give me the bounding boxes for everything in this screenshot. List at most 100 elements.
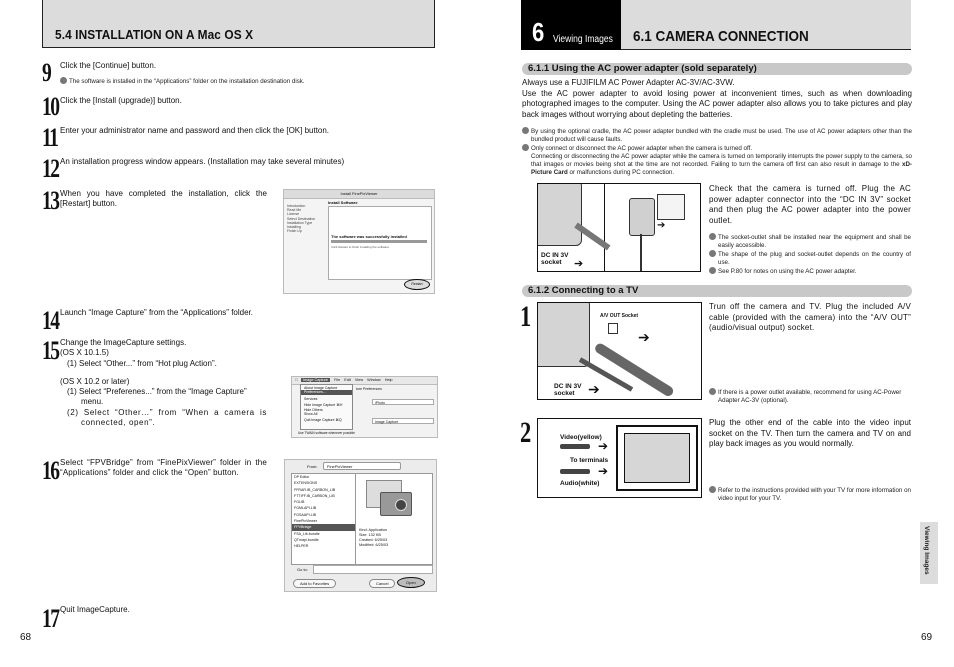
menu-item-hide[interactable]: Hide Image Capture ⌘H <box>304 403 349 407</box>
apple-icon:  <box>295 378 298 382</box>
note-plug-shape: The shape of the plug and socket-outlet … <box>709 250 911 267</box>
step-15-sub-preferences: (1) Select “Preferenes...” from the “Ima… <box>67 387 247 406</box>
file-item[interactable]: HELPER <box>292 543 356 549</box>
side-tab-label: Viewing Images <box>923 526 930 575</box>
arrow-icon: ➔ <box>588 381 600 397</box>
step-15-text: Change the ImageCapture settings. <box>60 338 187 347</box>
right-section-header: 6.1 CAMERA CONNECTION <box>621 0 911 50</box>
adapter-cable <box>640 234 642 271</box>
av-cable-drawing <box>593 341 675 398</box>
menu-window[interactable]: Window <box>367 378 381 382</box>
add-to-favorites-button[interactable]: Add to Favorites <box>293 579 337 588</box>
right-section-title: 6.1 CAMERA CONNECTION <box>633 28 809 45</box>
arrow-icon: ➔ <box>598 464 609 478</box>
step-number-14: 14 <box>42 306 60 335</box>
camera-app-select[interactable]: iPhoto <box>372 399 434 405</box>
wall-outlet-drawing <box>657 194 685 220</box>
menu-help[interactable]: Help <box>385 378 393 382</box>
step-15-sub-other: (2) Select “Other…” from “When a camera … <box>67 408 267 427</box>
chapter-tab: 6 Viewing Images <box>521 0 621 50</box>
step-number-16: 16 <box>42 456 60 485</box>
menu-image-capture[interactable]: Image Capture <box>300 378 331 382</box>
menu-view[interactable]: View <box>355 378 363 382</box>
camera-body-drawing <box>538 184 582 246</box>
menu-item-services[interactable]: Services <box>304 397 349 401</box>
image-capture-menu-screenshot:  Image Capture File Edit View Window He… <box>291 376 438 438</box>
twain-checkbox[interactable]: Use TWAIN software whenever possible <box>298 431 355 435</box>
audio-plug-drawing <box>560 469 590 474</box>
note-icon <box>709 250 716 257</box>
install-step: Finish Up <box>287 229 302 234</box>
restart-button[interactable]: Restart <box>404 279 430 290</box>
note-icon <box>709 267 716 274</box>
step-number-9: 9 <box>42 58 52 87</box>
menu-item-label: Quit Image Capture <box>304 418 335 423</box>
side-chapter-tab: Viewing Images <box>920 522 938 584</box>
ac-adapter-para1: Always use a FUJIFILM AC Power Adapter A… <box>522 78 735 87</box>
install-success-text: The software was successfully installed <box>331 234 407 239</box>
camera-lens <box>395 499 407 511</box>
step-13-text: When you have completed the installation… <box>60 189 267 208</box>
note-text: The shape of the plug and socket-outlet … <box>718 251 911 266</box>
file-list: DP Editor EXTENSIONS FFRAR.IB_CARBON_LIB… <box>291 473 357 565</box>
install-window-titlebar: Install FinePixViewer <box>284 190 434 199</box>
ac-adapter-intro: Always use a FUJIFILM AC Power Adapter A… <box>522 78 912 120</box>
note-icon <box>522 144 529 151</box>
av-plug-symbol-icon <box>608 323 618 334</box>
note-icon <box>709 486 716 493</box>
left-section-header: 5.4 INSTALLATION ON A Mac OS X <box>42 0 435 48</box>
chapter-number: 6 <box>532 17 545 47</box>
arrow-icon: ➔ <box>657 220 666 231</box>
cancel-button[interactable]: Cancel <box>369 579 396 588</box>
menu-item-show-all[interactable]: Show All <box>304 412 349 416</box>
menu-edit[interactable]: Edit <box>344 378 351 382</box>
arrow-icon: ➔ <box>638 329 650 345</box>
open-dialog-screenshot: From: FinePixViewer DP Editor EXTENSIONS… <box>284 459 437 592</box>
tv-step-number-1: 1 <box>520 300 531 333</box>
video-yellow-label: Video(yellow) <box>560 434 602 441</box>
step-15-sub-hotplug: (1) Select “Other...” from “Hot plug Act… <box>67 359 217 368</box>
page-number-right: 69 <box>921 632 933 643</box>
install-sidebar: Introduction Read Me License Select Dest… <box>287 204 315 233</box>
step-number-13: 13 <box>42 186 60 215</box>
goto-label: Go to: <box>297 567 308 572</box>
step-9-note: The software is installed in the “Applic… <box>60 77 305 86</box>
menu-file[interactable]: File <box>334 378 340 382</box>
preview-panel: Kind: Application Size: 132 KB Created: … <box>355 473 433 565</box>
audio-white-label: Audio(white) <box>560 480 600 487</box>
camera-connected-select[interactable]: Image Capture <box>372 418 434 424</box>
av-out-figure: A/V OUT Socket ➔ ➔ DC IN 3V socket <box>537 302 702 400</box>
note-text: Connecting or disconnecting the AC power… <box>531 153 912 168</box>
from-label: From: <box>307 464 318 469</box>
tv-drawing <box>616 425 698 491</box>
goto-input[interactable] <box>313 565 433 574</box>
arrow-icon: ➔ <box>574 258 584 270</box>
note-text: If there is a power outlet available, re… <box>718 389 902 404</box>
note-icon <box>522 127 529 134</box>
menu-item-preferences[interactable]: Preferences... <box>301 390 352 395</box>
step-16-text: Select “FPVBridge” from “FinePixViewer” … <box>60 458 267 477</box>
step-number-10: 10 <box>42 92 60 121</box>
note-icon <box>709 388 716 395</box>
menu-item-quit[interactable]: Quit Image Capture ⌘Q <box>304 418 349 422</box>
note-cradle: By using the optional cradle, the AC pow… <box>522 127 912 144</box>
step-number-11: 11 <box>42 123 59 152</box>
step-9-text: Click the [Continue] button. <box>60 61 157 70</box>
tv-step-2-instructions: Plug the other end of the cable into the… <box>709 418 911 449</box>
step-15-sub-os1015: (OS X 10.1.5) <box>60 348 109 357</box>
install-heading: Install Software <box>328 200 358 205</box>
dc-in-label: DC IN 3V socket <box>554 383 582 397</box>
pref-title: ture Preferences <box>356 387 382 391</box>
step-number-15: 15 <box>42 336 60 365</box>
video-plug-drawing <box>560 444 590 449</box>
info-modified: Modified: 6/25/03 <box>359 543 389 547</box>
step-number-12: 12 <box>42 154 60 183</box>
note-text: Refer to the instructions provided with … <box>718 487 911 502</box>
open-button[interactable]: Open <box>397 577 425 588</box>
note-text: See P.80 for notes on using the AC power… <box>718 268 857 275</box>
note-text: The socket-outlet shall be installed nea… <box>718 234 911 249</box>
from-folder-select[interactable]: FinePixViewer <box>323 462 401 470</box>
install-hint-text: Click Restart to finish installing the s… <box>331 245 390 249</box>
ac-adapter-para2: Use the AC power adapter to avoid losing… <box>522 88 912 119</box>
note-icon <box>60 77 67 84</box>
